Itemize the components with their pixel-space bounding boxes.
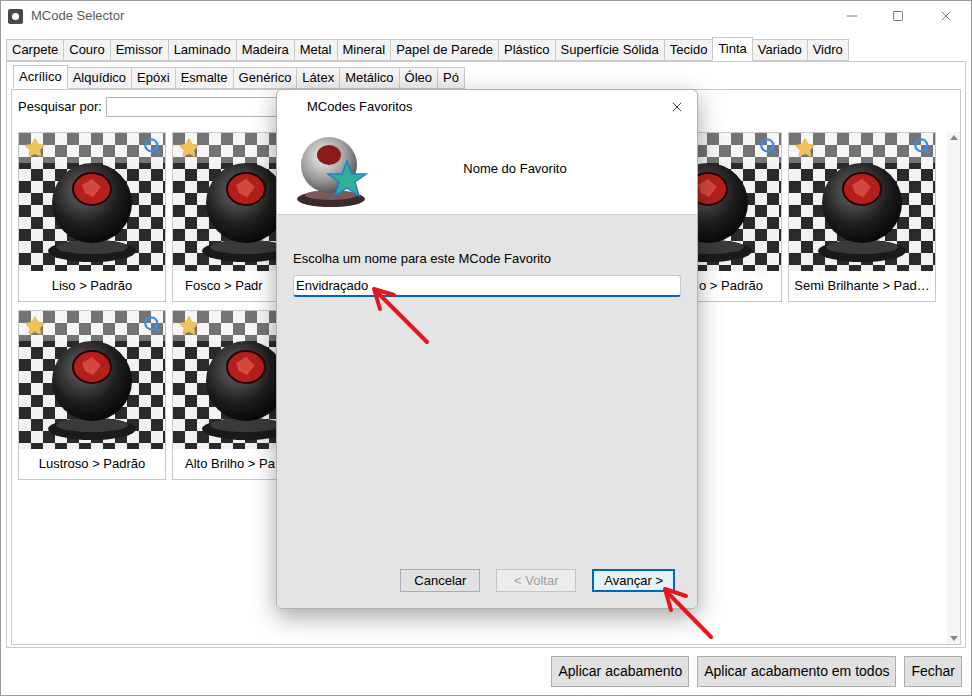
tab[interactable]: Epóxi: [131, 67, 176, 89]
dialog-button[interactable]: Cancelar: [400, 569, 480, 593]
footer-button[interactable]: Aplicar acabamento: [551, 656, 689, 687]
card-label: Semi Brilhante > Pad…: [794, 276, 929, 296]
tab[interactable]: Carpete: [6, 39, 64, 61]
mcode-card[interactable]: Lustroso > Padrão: [18, 310, 166, 480]
tab[interactable]: Plástico: [498, 39, 556, 61]
tab[interactable]: Látex: [296, 67, 340, 89]
dialog-close-button[interactable]: [657, 90, 697, 124]
card-label: Liso > Padrão: [52, 276, 133, 296]
tab[interactable]: Vidro: [807, 39, 849, 61]
tab[interactable]: Metálico: [339, 67, 399, 89]
tab[interactable]: Tinta: [712, 37, 752, 61]
tab[interactable]: Couro: [63, 39, 110, 61]
card-label: Fosco > Padr: [185, 276, 263, 296]
scrollbar[interactable]: [947, 132, 960, 644]
maximize-button[interactable]: [875, 1, 921, 31]
mcode-card[interactable]: Liso > Padrão: [18, 132, 166, 302]
tab[interactable]: Alquídico: [67, 67, 132, 89]
app-icon: [8, 9, 23, 24]
name-prompt: Escolha um nome para este MCode Favorito: [293, 249, 681, 269]
category-tabs: CarpeteCouroEmissorLaminadoMadeiraMetalM…: [6, 39, 966, 61]
dialog-header: Nome do Favorito: [277, 124, 697, 215]
footer-button[interactable]: Fechar: [904, 656, 962, 687]
favorite-name-input[interactable]: Envidraçado: [293, 275, 681, 298]
tab[interactable]: Madeira: [236, 39, 295, 61]
minimize-icon: [844, 8, 860, 24]
favorite-star-icon[interactable]: [794, 137, 816, 159]
tab[interactable]: Papel de Parede: [390, 39, 499, 61]
title-bar: MCode Selector: [1, 1, 971, 31]
tab[interactable]: Genérico: [233, 67, 298, 89]
tab[interactable]: Esmalte: [175, 67, 234, 89]
mcode-selector-window: MCode Selector CarpeteCouroEmissorLaminad…: [0, 0, 972, 696]
close-icon: [669, 99, 685, 115]
maximize-icon: [892, 10, 904, 22]
footer: Aplicar acabamento Aplicar acabamento em …: [1, 648, 971, 695]
card-label: Alto Brilho > Pa: [185, 454, 275, 474]
tab[interactable]: Pó: [437, 67, 465, 89]
dialog-body: Escolha um nome para este MCode Favorito…: [277, 215, 697, 608]
favorite-star-icon[interactable]: [24, 137, 46, 159]
footer-button[interactable]: Aplicar acabamento em todos: [697, 656, 896, 687]
favorite-star-icon[interactable]: [178, 315, 200, 337]
zoom-icon[interactable]: [759, 137, 777, 155]
favorite-star-icon[interactable]: [178, 137, 200, 159]
close-button[interactable]: [921, 1, 971, 31]
tab[interactable]: Óleo: [399, 67, 438, 89]
tab[interactable]: Superfície Sólida: [555, 39, 665, 61]
search-label: Pesquisar por:: [18, 97, 102, 117]
tab[interactable]: Metal: [294, 39, 338, 61]
zoom-icon[interactable]: [913, 137, 931, 155]
tab[interactable]: Mineral: [337, 39, 392, 61]
tab[interactable]: Laminado: [168, 39, 237, 61]
tab[interactable]: Acrílico: [13, 65, 68, 89]
close-icon: [938, 8, 954, 24]
minimize-button[interactable]: [829, 1, 875, 31]
mcode-card[interactable]: Semi Brilhante > Pad…: [788, 132, 936, 302]
zoom-icon[interactable]: [143, 315, 161, 333]
dialog-title: MCodes Favoritos: [307, 97, 412, 117]
card-label: Lustroso > Padrão: [39, 454, 146, 474]
card-label: o > Padrão: [699, 276, 763, 296]
subcategory-tabs: AcrílicoAlquídicoEpóxiEsmalteGenéricoLát…: [11, 67, 961, 89]
window-title: MCode Selector: [31, 6, 124, 26]
tab[interactable]: Emissor: [110, 39, 169, 61]
favorite-mcode-icon: [295, 129, 371, 209]
dialog-heading: Nome do Favorito: [463, 159, 566, 179]
zoom-icon[interactable]: [143, 137, 161, 155]
favorites-dialog: MCodes Favoritos Nome do Favorito Escolha …: [276, 89, 698, 609]
dialog-button: < Voltar: [496, 569, 576, 593]
favorite-star-icon[interactable]: [24, 315, 46, 337]
dialog-button[interactable]: Avançar >: [592, 569, 675, 593]
tab[interactable]: Tecido: [664, 39, 714, 61]
tab[interactable]: Variado: [752, 39, 808, 61]
